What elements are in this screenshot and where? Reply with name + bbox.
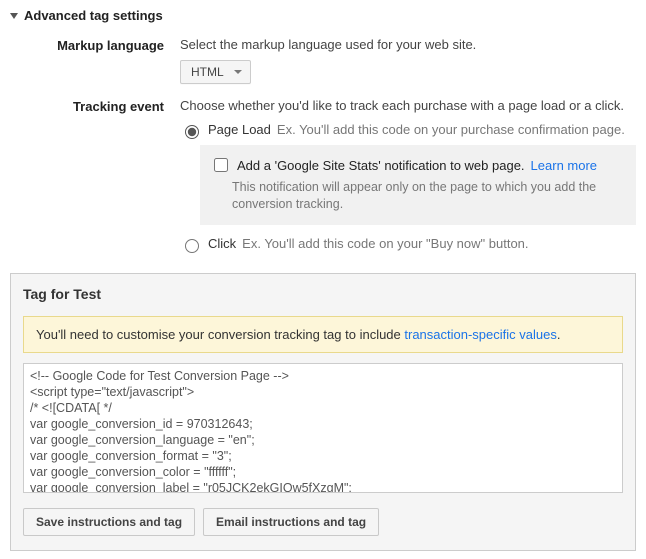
markup-label: Markup language <box>10 37 180 53</box>
warning-period: . <box>557 327 561 342</box>
notification-box: Add a 'Google Site Stats' notification t… <box>200 145 636 225</box>
radio-click-example: Ex. You'll add this code on your "Buy no… <box>242 235 528 253</box>
markup-desc: Select the markup language used for your… <box>180 37 636 52</box>
section-title: Advanced tag settings <box>24 8 163 23</box>
tracking-content: Choose whether you'd like to track each … <box>180 98 636 255</box>
tracking-label: Tracking event <box>10 98 180 114</box>
markup-select[interactable]: HTML <box>180 60 251 84</box>
radio-page-load-example: Ex. You'll add this code on your purchas… <box>277 121 625 139</box>
radio-page-load[interactable]: Page Load Ex. You'll add this code on yo… <box>180 121 636 139</box>
button-row: Save instructions and tag Email instruct… <box>23 508 623 536</box>
markup-row: Markup language Select the markup langua… <box>10 37 636 84</box>
tag-panel: Tag for Test You'll need to customise yo… <box>10 273 636 551</box>
warning-text: You'll need to customise your conversion… <box>36 327 404 342</box>
learn-more-link[interactable]: Learn more <box>531 158 597 173</box>
save-button[interactable]: Save instructions and tag <box>23 508 195 536</box>
radio-click-label: Click <box>208 235 236 253</box>
notif-checkbox-label: Add a 'Google Site Stats' notification t… <box>237 158 525 173</box>
section-header[interactable]: Advanced tag settings <box>10 8 636 23</box>
chevron-down-icon <box>234 70 242 74</box>
code-textarea[interactable] <box>23 363 623 493</box>
radio-page-load-label: Page Load <box>208 121 271 139</box>
email-button[interactable]: Email instructions and tag <box>203 508 379 536</box>
notif-checkbox[interactable] <box>214 158 228 172</box>
transaction-values-link[interactable]: transaction-specific values <box>404 327 556 342</box>
tracking-desc: Choose whether you'd like to track each … <box>180 98 636 113</box>
collapse-icon <box>10 13 18 19</box>
radio-click[interactable]: Click Ex. You'll add this code on your "… <box>180 235 636 253</box>
notif-subtext: This notification will appear only on th… <box>232 179 622 213</box>
radio-page-load-input[interactable] <box>185 125 199 139</box>
radio-click-input[interactable] <box>185 239 199 253</box>
warning-bar: You'll need to customise your conversion… <box>23 316 623 353</box>
markup-content: Select the markup language used for your… <box>180 37 636 84</box>
markup-select-value: HTML <box>191 65 224 79</box>
tracking-row: Tracking event Choose whether you'd like… <box>10 98 636 255</box>
tag-panel-title: Tag for Test <box>23 286 623 302</box>
